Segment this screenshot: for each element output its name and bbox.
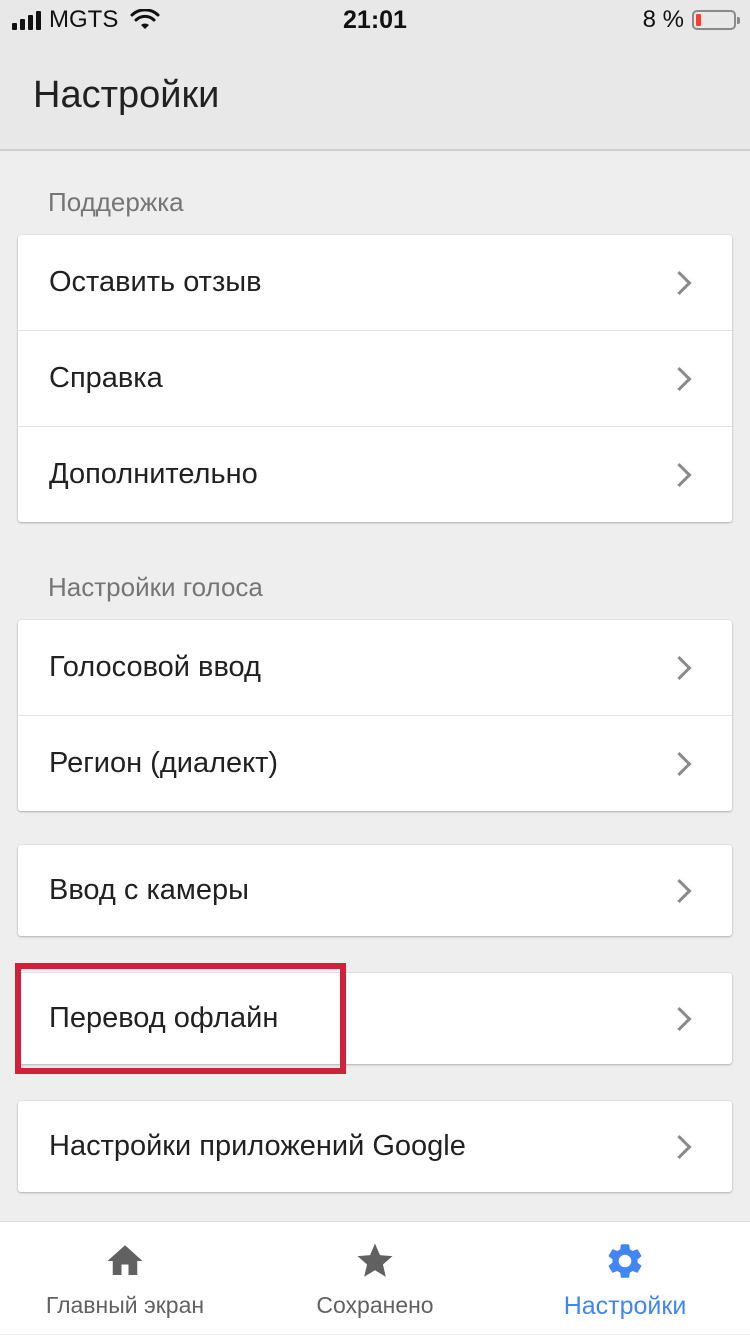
settings-item-feedback[interactable]: Оставить отзыв [18,235,732,331]
chevron-right-icon [667,1134,692,1159]
settings-item-advanced[interactable]: Дополнительно [18,427,732,522]
chevron-right-icon [667,878,692,903]
chevron-right-icon [667,751,692,776]
settings-item-label: Оставить отзыв [49,266,262,298]
status-bar: MGTS 21:01 8 % [0,0,750,40]
settings-item-label: Регион (диалект) [49,747,279,779]
chevron-right-icon [667,1006,692,1031]
card-offline: Перевод офлайн [18,973,732,1064]
settings-item-label: Настройки приложений Google [49,1130,466,1162]
card-camera: Ввод с камеры [18,845,732,936]
settings-item-help[interactable]: Справка [18,331,732,427]
nav-item-label: Главный экран [45,1292,205,1318]
settings-item-region[interactable]: Регион (диалект) [18,716,732,811]
section-label-support: Поддержка [48,187,184,217]
settings-item-label: Ввод с камеры [49,874,249,906]
nav-item-settings[interactable]: Настройки [500,1222,750,1335]
battery-icon [692,10,740,30]
status-right: 8 % [642,6,740,34]
settings-item-camera-input[interactable]: Ввод с камеры [18,845,732,936]
app-bar: Настройки [0,40,750,151]
settings-item-label: Перевод офлайн [49,1002,279,1034]
nav-item-label: Настройки [563,1292,687,1320]
battery-level-fill [696,14,701,26]
section-label-voice: Настройки голоса [48,572,263,602]
gear-icon [608,1244,642,1278]
chevron-right-icon [667,655,692,680]
chevron-right-icon [667,270,692,295]
nav-item-label: Сохранено [316,1292,434,1318]
nav-item-saved[interactable]: Сохранено [250,1222,500,1335]
status-time: 21:01 [343,6,407,34]
settings-item-voice-input[interactable]: Голосовой ввод [18,620,732,716]
settings-item-label: Дополнительно [49,458,258,490]
battery-percent: 8 % [642,6,684,33]
settings-item-label: Справка [49,362,163,394]
star-icon [357,1243,393,1277]
page-title: Настройки [33,74,220,116]
card-voice: Голосовой ввод Регион (диалект) [18,620,732,811]
nav-item-home[interactable]: Главный экран [0,1222,250,1335]
settings-item-label: Голосовой ввод [49,651,261,683]
home-icon [107,1245,143,1275]
chevron-right-icon [667,366,692,391]
chevron-right-icon [667,462,692,487]
settings-item-google-app-settings[interactable]: Настройки приложений Google [18,1101,732,1192]
settings-item-offline-translation[interactable]: Перевод офлайн [18,973,732,1064]
bottom-navigation: Главный экран Сохранено Настройки [0,1221,750,1334]
card-support: Оставить отзыв Справка Дополнительно [18,235,732,522]
card-google-apps: Настройки приложений Google [18,1101,732,1192]
